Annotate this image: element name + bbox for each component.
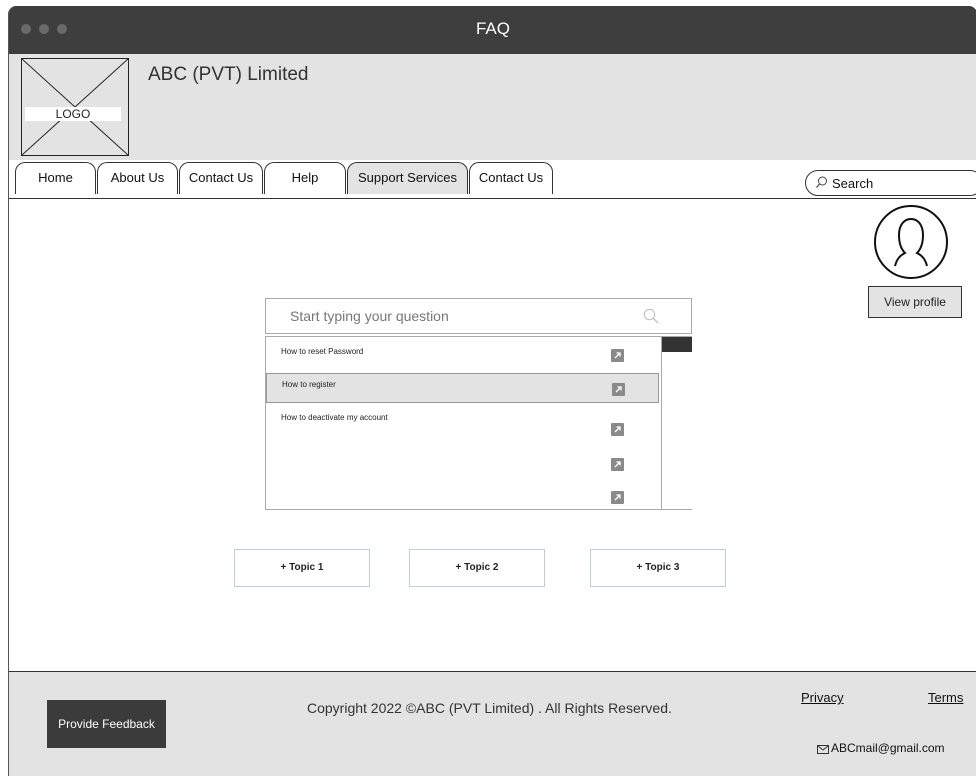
logo-label: LOGO xyxy=(25,107,121,121)
faq-result-label: How to deactivate my account xyxy=(281,413,388,422)
tab-support-services[interactable]: Support Services xyxy=(347,162,468,194)
faq-results-list: How to reset Password How to register Ho… xyxy=(265,336,692,510)
external-link-icon[interactable] xyxy=(611,423,624,436)
external-link-icon[interactable] xyxy=(611,458,624,471)
search-icon xyxy=(816,176,827,188)
app-window: FAQ LOGO ABC (PVT) Limited Home About Us… xyxy=(8,6,976,776)
email-address[interactable]: ABCmail@gmail.com xyxy=(831,741,945,755)
privacy-link[interactable]: Privacy xyxy=(801,690,844,705)
tab-home[interactable]: Home xyxy=(15,162,96,194)
results-scrollbar[interactable] xyxy=(661,337,692,509)
search-input[interactable]: Search xyxy=(805,170,976,196)
topic-3-button[interactable]: + Topic 3 xyxy=(590,549,726,587)
faq-result-label: How to register xyxy=(282,380,336,389)
view-profile-button[interactable]: View profile xyxy=(868,286,962,318)
provide-feedback-button[interactable]: Provide Feedback xyxy=(47,700,166,748)
search-placeholder: Search xyxy=(832,176,874,191)
site-footer: Provide Feedback Copyright 2022 ©ABC (PV… xyxy=(9,671,976,776)
faq-result-item[interactable]: How to reset Password xyxy=(266,341,659,369)
scrollbar-thumb[interactable] xyxy=(662,337,692,352)
topic-2-button[interactable]: + Topic 2 xyxy=(409,549,545,587)
faq-result-item[interactable] xyxy=(266,479,659,509)
copyright-text: Copyright 2022 ©ABC (PVT Limited) . All … xyxy=(307,700,672,716)
tab-contact-us[interactable]: Contact Us xyxy=(179,162,263,194)
title-bar: FAQ xyxy=(9,6,976,54)
faq-result-item[interactable]: How to register xyxy=(266,373,659,403)
faq-result-item[interactable] xyxy=(266,445,659,475)
faq-result-label: How to reset Password xyxy=(281,347,364,356)
envelope-icon xyxy=(817,745,829,754)
terms-link[interactable]: Terms xyxy=(928,690,963,705)
external-link-icon[interactable] xyxy=(611,491,624,504)
faq-result-item[interactable]: How to deactivate my account xyxy=(266,407,659,441)
nav-bar: Home About Us Contact Us Help Support Se… xyxy=(9,160,976,199)
tab-about-us[interactable]: About Us xyxy=(97,162,178,194)
faq-question-input[interactable]: Start typing your question xyxy=(265,298,692,334)
search-icon xyxy=(643,308,659,324)
external-link-icon[interactable] xyxy=(611,349,624,362)
topic-1-button[interactable]: + Topic 1 xyxy=(234,549,370,587)
company-name: ABC (PVT) Limited xyxy=(148,64,309,85)
window-title: FAQ xyxy=(475,19,510,38)
logo-placeholder: LOGO xyxy=(21,58,129,156)
tab-contact-us-2[interactable]: Contact Us xyxy=(469,162,553,194)
user-avatar-icon[interactable] xyxy=(873,204,953,284)
tab-help[interactable]: Help xyxy=(264,162,346,194)
faq-input-placeholder: Start typing your question xyxy=(290,308,449,324)
external-link-icon[interactable] xyxy=(612,383,625,396)
site-header: LOGO ABC (PVT) Limited xyxy=(9,54,976,161)
